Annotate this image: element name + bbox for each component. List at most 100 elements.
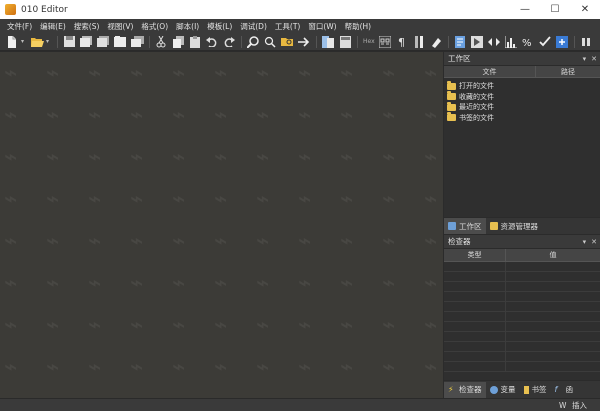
- workspace-panel-header: 工作区 ▾ ✕: [444, 52, 600, 65]
- highlight-icon[interactable]: [428, 35, 444, 49]
- menu-search[interactable]: 搜索(S): [70, 21, 104, 32]
- menu-edit[interactable]: 编辑(E): [36, 21, 70, 32]
- run-template-icon[interactable]: [469, 35, 485, 49]
- tab-functions[interactable]: f 函: [551, 382, 578, 398]
- checksum-icon[interactable]: [537, 35, 553, 49]
- undo-icon[interactable]: [204, 35, 220, 49]
- table-row: [444, 262, 600, 272]
- table-row: [444, 362, 600, 372]
- cut-icon[interactable]: [153, 35, 169, 49]
- find-in-files-icon[interactable]: [279, 35, 295, 49]
- copy-icon[interactable]: [170, 35, 186, 49]
- redo-icon[interactable]: [221, 35, 237, 49]
- new-file-dropdown-icon[interactable]: ▾: [21, 38, 27, 45]
- title-bar: 010 Editor — ☐ ✕: [0, 0, 600, 19]
- menu-script[interactable]: 脚本(I): [172, 21, 203, 32]
- table-row: [444, 272, 600, 282]
- import-icon[interactable]: [554, 35, 570, 49]
- menu-template[interactable]: 模板(L): [203, 21, 236, 32]
- menu-window[interactable]: 窗口(W): [304, 21, 340, 32]
- tab-label: 变量: [500, 385, 516, 394]
- table-row: [444, 312, 600, 322]
- minimize-button[interactable]: —: [510, 0, 540, 19]
- menu-format[interactable]: 格式(O): [137, 21, 172, 32]
- goto-icon[interactable]: [296, 35, 312, 49]
- bookmark-icon: [523, 385, 529, 394]
- folder-icon: [447, 80, 456, 90]
- tab-explorer[interactable]: 资源管理器: [486, 218, 543, 234]
- open-dropdown-icon[interactable]: ▾: [46, 38, 52, 45]
- tab-workspace[interactable]: 工作区: [444, 218, 486, 234]
- panel-menu-icon[interactable]: ▾: [583, 55, 587, 63]
- column-file[interactable]: 文件: [444, 66, 536, 77]
- panel-close-icon[interactable]: ✕: [591, 55, 597, 63]
- inspector-tabs: ⚡ 检查器 变量 书签 f 函: [444, 381, 600, 398]
- folder-icon: [447, 91, 456, 101]
- inspector-grid: [444, 262, 600, 380]
- close-all-icon[interactable]: [129, 35, 145, 49]
- workspace-tabs: 工作区 资源管理器: [444, 218, 600, 234]
- menu-tools[interactable]: 工具(T): [271, 21, 304, 32]
- panel-close-icon[interactable]: ✕: [591, 238, 597, 246]
- toolbar-separator: [447, 35, 449, 48]
- table-cell: [444, 292, 506, 301]
- histogram-icon[interactable]: [503, 35, 519, 49]
- table-row: [444, 352, 600, 362]
- paste-icon[interactable]: [187, 35, 203, 49]
- column-path[interactable]: 路径: [536, 66, 600, 77]
- menu-help[interactable]: 帮助(H): [341, 21, 376, 32]
- workspace-item-open-files[interactable]: 打开的文件: [447, 80, 600, 92]
- save-icon[interactable]: [61, 35, 77, 49]
- save-as-icon[interactable]: [78, 35, 94, 49]
- run-script-icon[interactable]: [486, 35, 502, 49]
- hex-label: Hex: [363, 38, 375, 45]
- pause-icon[interactable]: [578, 35, 594, 49]
- panel-menu-icon[interactable]: ▾: [583, 238, 587, 246]
- table-cell: [444, 332, 506, 341]
- svg-text:%: %: [522, 38, 532, 48]
- editor-area[interactable]: ⌁: [0, 52, 443, 398]
- calculator-icon[interactable]: [337, 35, 353, 49]
- list-item-label: 书签的文件: [459, 113, 494, 122]
- table-row: [444, 302, 600, 312]
- column-mode-icon[interactable]: [411, 35, 427, 49]
- workspace-item-favorite-files[interactable]: 收藏的文件: [447, 91, 600, 103]
- find-icon[interactable]: [245, 35, 261, 49]
- workspace-icon: [448, 222, 456, 230]
- show-whitespace-icon[interactable]: ¶: [394, 35, 410, 49]
- hex-mode-icon[interactable]: [377, 35, 393, 49]
- column-type[interactable]: 类型: [444, 249, 506, 261]
- maximize-button[interactable]: ☐: [540, 0, 570, 19]
- table-cell: [444, 352, 506, 361]
- workspace-table-header: 文件 路径: [444, 66, 600, 78]
- menu-debug[interactable]: 调试(D): [236, 21, 271, 32]
- menu-file[interactable]: 文件(F): [3, 21, 36, 32]
- open-folder-icon[interactable]: [29, 35, 45, 49]
- table-row: [444, 282, 600, 292]
- save-all-icon[interactable]: [95, 35, 111, 49]
- status-mode: W: [559, 401, 567, 410]
- find-replace-icon[interactable]: [262, 35, 278, 49]
- folder-icon: [447, 101, 456, 111]
- workspace-item-bookmarked-files[interactable]: 书签的文件: [447, 112, 600, 124]
- column-value[interactable]: 值: [506, 249, 600, 261]
- tab-variables[interactable]: 变量: [486, 382, 520, 398]
- close-file-icon[interactable]: [112, 35, 128, 49]
- function-icon: f: [554, 384, 558, 394]
- close-button[interactable]: ✕: [570, 0, 600, 19]
- status-insert-mode[interactable]: 插入: [572, 399, 587, 411]
- tab-inspector[interactable]: ⚡ 检查器: [444, 381, 486, 398]
- lightning-icon: ⚡: [448, 384, 454, 394]
- tab-label: 书签: [531, 385, 547, 394]
- menu-view[interactable]: 视图(V): [103, 21, 137, 32]
- table-cell: [444, 342, 506, 351]
- list-item-label: 打开的文件: [459, 82, 494, 91]
- new-file-icon[interactable]: [4, 35, 20, 49]
- compare-icon[interactable]: [320, 35, 336, 49]
- base-converter-icon[interactable]: %: [520, 35, 536, 49]
- table-cell: [444, 262, 506, 271]
- tab-bookmarks[interactable]: 书签: [520, 382, 551, 398]
- template-icon[interactable]: [452, 35, 468, 49]
- workspace-item-recent-files[interactable]: 最近的文件: [447, 101, 600, 113]
- toolbar-separator: [149, 35, 150, 48]
